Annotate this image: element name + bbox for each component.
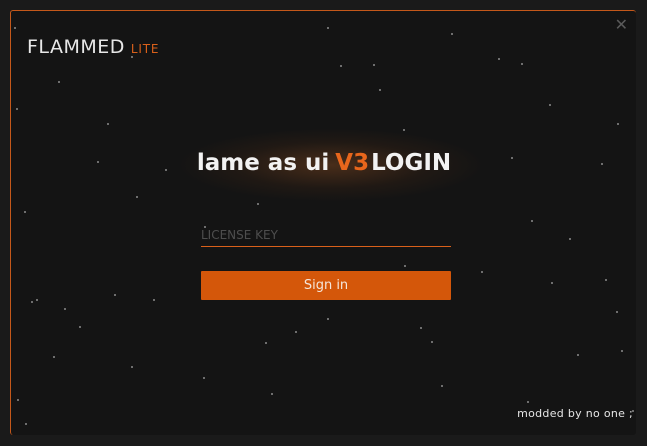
star-dot [531, 220, 533, 222]
star-dot [527, 401, 529, 403]
brand-edition: LITE [130, 42, 160, 56]
star-dot [257, 203, 259, 205]
star-dot [327, 27, 329, 29]
star-dot [25, 423, 27, 425]
title-suffix: LOGIN [371, 150, 452, 176]
star-dot [53, 356, 55, 358]
star-dot [14, 27, 16, 29]
star-dot [153, 299, 155, 301]
star-dot [340, 65, 342, 67]
star-dot [271, 393, 273, 395]
star-dot [441, 385, 443, 387]
star-dot [31, 301, 33, 303]
star-dot [17, 399, 19, 401]
star-dot [431, 341, 433, 343]
star-dot [569, 238, 571, 240]
star-dot [605, 279, 607, 281]
star-dot [16, 108, 18, 110]
star-dot [136, 196, 138, 198]
brand-name: FLAMMED [27, 36, 125, 58]
star-dot [107, 123, 109, 125]
star-dot [551, 282, 553, 284]
star-dot [24, 211, 26, 213]
star-dot [79, 326, 81, 328]
star-dot [379, 89, 381, 91]
footer-credit: modded by no one ; [517, 407, 633, 420]
star-dot [549, 104, 551, 106]
star-dot [481, 271, 483, 273]
star-dot [577, 354, 579, 356]
star-dot [616, 311, 618, 313]
login-title: lame as ui V3LOGIN [11, 150, 636, 176]
title-prefix: lame as ui [196, 150, 330, 176]
star-dot [131, 366, 133, 368]
license-key-input[interactable] [201, 223, 451, 247]
sign-in-button[interactable]: Sign in [201, 271, 451, 300]
star-dot [451, 33, 453, 35]
star-dot [373, 64, 375, 66]
star-dot [295, 331, 297, 333]
close-icon[interactable]: ✕ [615, 17, 628, 33]
star-dot [617, 123, 619, 125]
star-dot [36, 299, 38, 301]
star-dot [404, 265, 406, 267]
login-window: FLAMMED LITE ✕ lame as uiV3LOGIN Sign in… [10, 10, 636, 435]
star-dot [265, 342, 267, 344]
brand-logo: FLAMMED LITE [27, 36, 159, 58]
title-version: V3 [335, 150, 370, 176]
star-dot [420, 327, 422, 329]
star-dot [403, 129, 405, 131]
star-dot [498, 58, 500, 60]
star-dot [621, 350, 623, 352]
star-dot [327, 318, 329, 320]
star-dot [58, 81, 60, 83]
star-dot [114, 294, 116, 296]
star-dot [64, 308, 66, 310]
star-dot [521, 63, 523, 65]
star-dot [203, 377, 205, 379]
